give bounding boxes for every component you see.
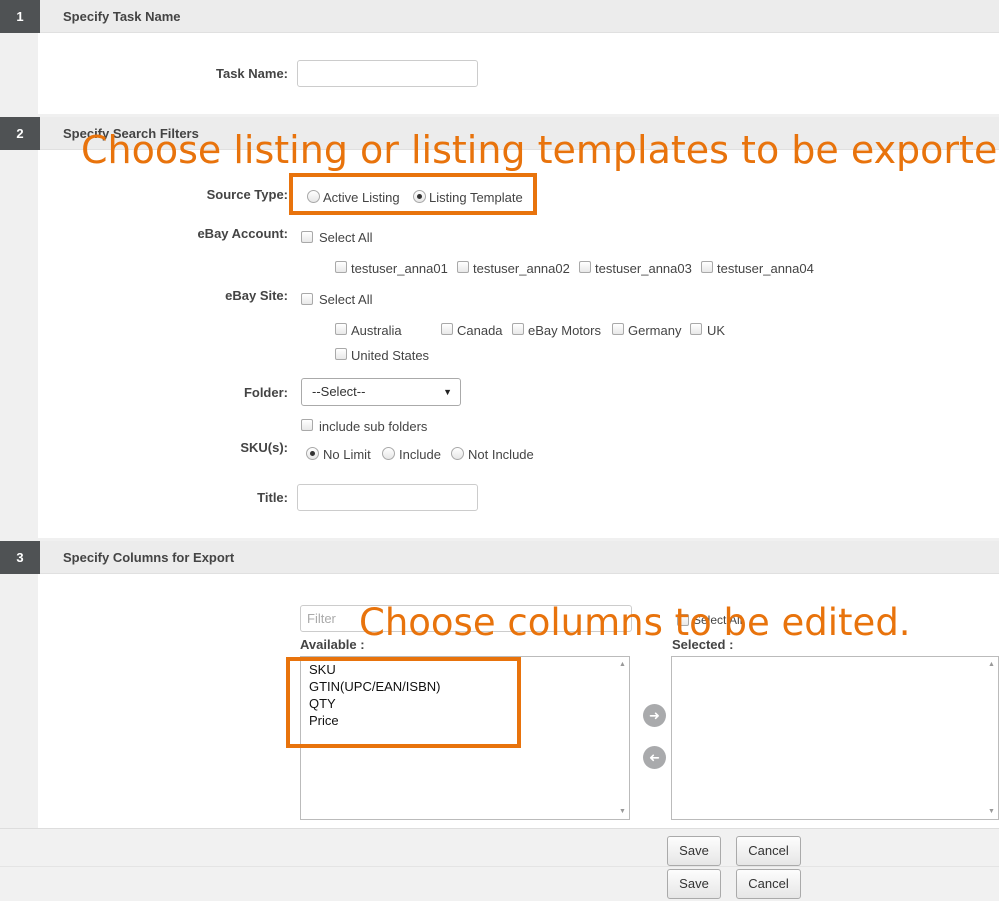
site-label: United States (351, 348, 430, 363)
scrollbar[interactable]: ▲ ▼ (985, 657, 998, 819)
move-left-button[interactable]: ➜ (643, 746, 666, 769)
scroll-up-icon[interactable]: ▲ (985, 661, 998, 668)
callout-source-type: Choose listing or listing templates to b… (81, 128, 999, 172)
available-label: Available : (300, 637, 365, 652)
action-bar (0, 866, 999, 901)
site-label: Australia (351, 323, 402, 338)
account-checkbox[interactable] (579, 261, 591, 273)
highlight-box-available-columns (286, 657, 521, 748)
arrow-right-icon: ➜ (649, 708, 660, 723)
account-label: testuser_anna01 (351, 261, 448, 276)
title-input[interactable] (297, 484, 478, 511)
site-checkbox[interactable] (690, 323, 702, 335)
selected-columns-list[interactable]: ▲ ▼ (671, 656, 999, 820)
section-title: Specify Task Name (63, 9, 181, 24)
scroll-up-icon[interactable]: ▲ (616, 661, 629, 668)
folder-select[interactable]: --Select-- ▼ (301, 378, 461, 406)
account-label: testuser_anna03 (595, 261, 692, 276)
arrow-left-icon: ➜ (649, 750, 660, 765)
account-label: testuser_anna04 (717, 261, 814, 276)
account-checkbox[interactable] (335, 261, 347, 273)
action-bar (0, 828, 999, 866)
sku-not-include-radio[interactable] (451, 447, 464, 460)
site-label: Canada (457, 323, 503, 338)
skus-label: SKU(s): (240, 440, 288, 455)
account-checkbox[interactable] (701, 261, 713, 273)
section-number: 3 (0, 541, 40, 574)
account-select-all-label: Select All (319, 230, 373, 245)
sku-no-limit-label: No Limit (323, 447, 371, 462)
site-label: eBay Motors (528, 323, 601, 338)
site-checkbox[interactable] (335, 323, 347, 335)
scrollbar[interactable]: ▲ ▼ (616, 657, 629, 819)
scroll-down-icon[interactable]: ▼ (616, 808, 629, 815)
source-type-label: Source Type: (206, 187, 288, 202)
site-label: Germany (628, 323, 682, 338)
move-right-button[interactable]: ➜ (643, 704, 666, 727)
site-checkbox[interactable] (441, 323, 453, 335)
account-select-all-checkbox[interactable] (301, 231, 313, 243)
highlight-box-source-type (289, 173, 537, 215)
cancel-button[interactable]: Cancel (736, 836, 801, 866)
site-checkbox[interactable] (612, 323, 624, 335)
include-sub-folders-checkbox[interactable] (301, 419, 313, 431)
sku-not-include-label: Not Include (468, 447, 534, 462)
section-header-columns: 3 Specify Columns for Export (0, 541, 999, 574)
ebay-account-label: eBay Account: (197, 226, 288, 241)
site-select-all-checkbox[interactable] (301, 293, 313, 305)
save-button[interactable]: Save (667, 836, 721, 866)
column-filter-placeholder: Filter (307, 611, 336, 626)
title-label: Title: (257, 490, 288, 505)
section-body-task-name (38, 33, 999, 114)
sku-no-limit-radio[interactable] (306, 447, 319, 460)
callout-columns: Choose columns to be edited. (359, 601, 911, 644)
scroll-down-icon[interactable]: ▼ (985, 808, 998, 815)
ebay-site-label: eBay Site: (225, 288, 288, 303)
sku-include-radio[interactable] (382, 447, 395, 460)
cancel-button[interactable]: Cancel (736, 869, 801, 899)
account-label: testuser_anna02 (473, 261, 570, 276)
include-sub-folders-label: include sub folders (319, 419, 428, 434)
sku-include-label: Include (399, 447, 441, 462)
task-name-label: Task Name: (215, 66, 288, 81)
site-checkbox[interactable] (512, 323, 524, 335)
site-checkbox[interactable] (335, 348, 347, 360)
caret-down-icon: ▼ (443, 387, 452, 397)
site-label: UK (707, 323, 726, 338)
site-select-all-label: Select All (319, 292, 373, 307)
section-header-task-name: 1 Specify Task Name (0, 0, 999, 33)
save-button[interactable]: Save (667, 869, 721, 899)
section-title: Specify Columns for Export (63, 550, 235, 565)
task-name-input[interactable] (297, 60, 478, 87)
section-number: 1 (0, 0, 40, 33)
folder-label: Folder: (243, 385, 288, 400)
section-number: 2 (0, 117, 40, 150)
folder-select-value: --Select-- (312, 384, 366, 399)
account-checkbox[interactable] (457, 261, 469, 273)
